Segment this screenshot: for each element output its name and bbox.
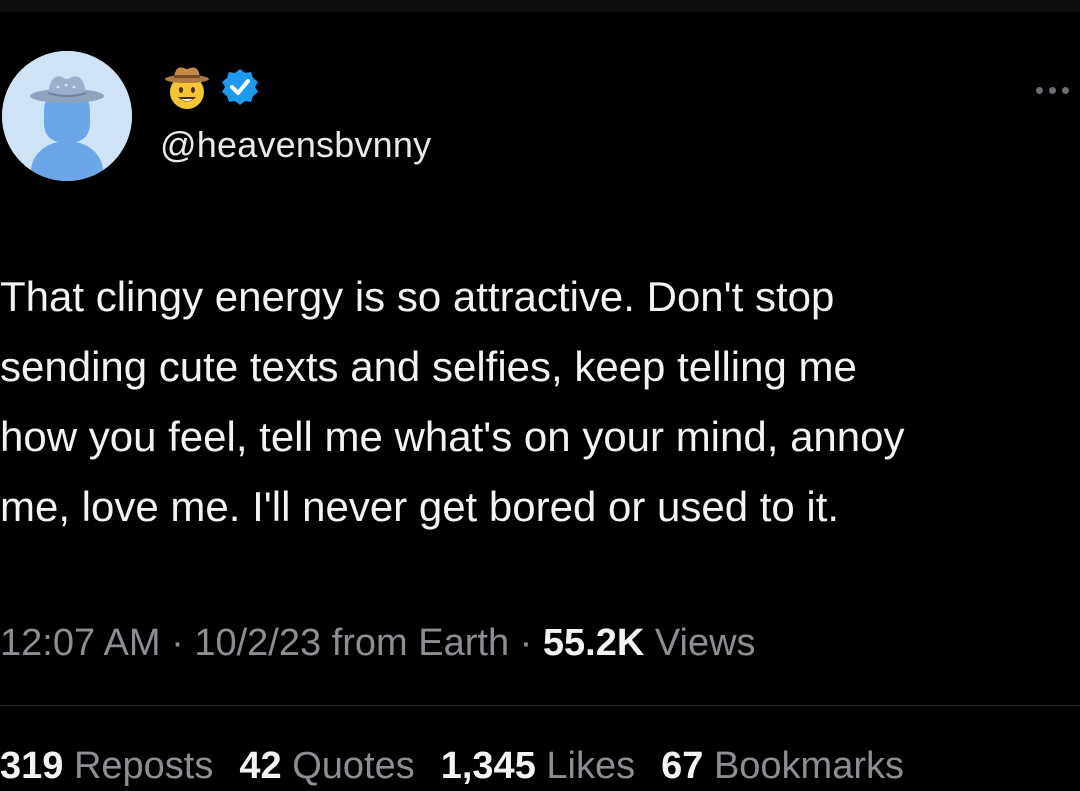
bookmarks-label: Bookmarks [703,745,905,787]
likes-count: 1,345 [440,745,536,787]
tweet-meta: 12:07 AM · 10/2/23 from Earth · 55.2K Vi… [0,620,756,666]
tweet-line: me, love me. I'll never get bored or use… [0,483,840,530]
tweet-text: That clingy energy is so attractive. Don… [0,262,1080,542]
meta-separator: · [160,622,195,664]
bookmarks-stat[interactable]: 67 Bookmarks [661,745,904,787]
tweet-stats: 319 Reposts 42 Quotes 1,345 Likes 67 Bookma… [0,743,904,789]
tweet-line: how you feel, tell me what's on your min… [0,413,905,460]
tweet-source: from Earth [321,622,510,664]
verified-badge-icon [222,69,258,105]
reposts-count: 319 [0,745,64,787]
cowboy-hat-face-icon [165,67,209,109]
dot [1049,86,1056,94]
dot [1062,86,1069,94]
quotes-label: Quotes [281,745,415,787]
tweet-time[interactable]: 12:07 AM [0,622,161,664]
tweet-line: sending cute texts and selfies, keep tel… [0,343,857,390]
quotes-stat[interactable]: 42 Quotes [239,745,414,787]
views-count: 55.2K [542,622,645,664]
avatar[interactable] [2,51,132,181]
divider [0,705,1080,706]
meta-separator: · [509,622,543,664]
likes-label: Likes [535,745,636,787]
bookmarks-count: 67 [661,745,704,787]
quotes-count: 42 [239,745,282,787]
name-badges [162,60,260,114]
tweet-date[interactable]: 10/2/23 [194,622,321,664]
top-bar [0,0,1080,12]
reposts-label: Reposts [63,745,214,787]
likes-stat[interactable]: 1,345 Likes [441,745,635,787]
reposts-stat[interactable]: 319 Reposts [0,745,213,787]
default-avatar-with-cowboy-hat-icon [2,51,132,181]
tweet-line: That clingy energy is so attractive. Don… [0,273,835,320]
more-options-icon[interactable] [1036,82,1080,98]
dot [1036,86,1043,94]
user-handle[interactable]: @heavensbvnny [160,124,431,166]
views-label: Views [644,622,756,664]
